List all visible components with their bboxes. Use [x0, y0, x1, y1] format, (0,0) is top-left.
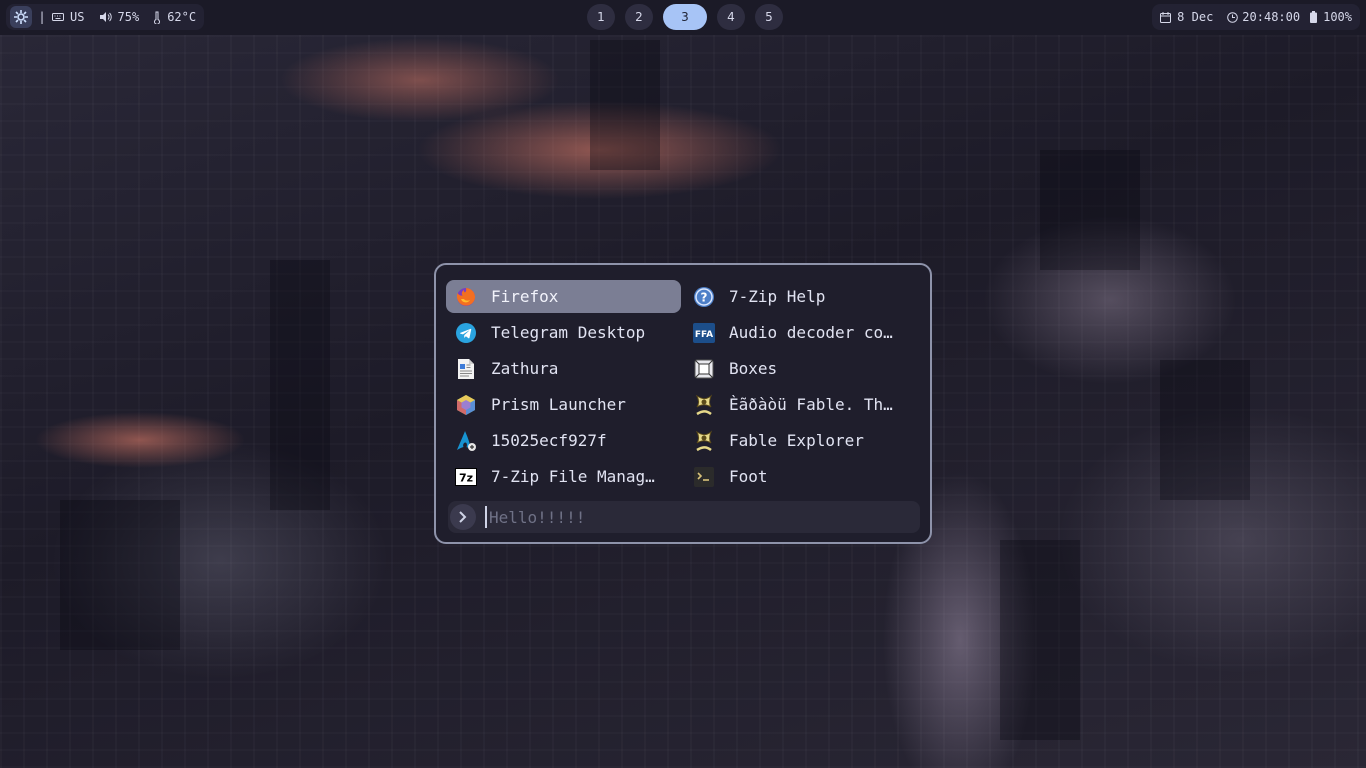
workspace-1-button[interactable]: 1	[587, 4, 615, 30]
separator: |	[40, 10, 45, 24]
search-chevron-icon[interactable]	[450, 504, 476, 530]
keyboard-layout-indicator[interactable]: US	[52, 10, 85, 24]
workspace-2-button[interactable]: 2	[625, 4, 653, 30]
app-label: Èãðàòü Fable. Th…	[729, 395, 893, 414]
fable-icon	[692, 393, 716, 417]
7zip-icon: 7z	[454, 465, 478, 489]
app-label: Foot	[729, 467, 768, 486]
terminal-icon	[692, 465, 716, 489]
keyboard-layout-label: US	[70, 10, 85, 24]
arch-icon	[454, 429, 478, 453]
workspace-5-button[interactable]: 5	[755, 4, 783, 30]
workspace-switcher: 1 2 3 4 5	[587, 4, 793, 30]
svg-text:?: ?	[701, 290, 708, 304]
workspace-3-button[interactable]: 3	[663, 4, 707, 30]
clock-icon	[1227, 11, 1239, 23]
app-item-firefox[interactable]: Firefox	[446, 280, 681, 313]
thermometer-icon	[154, 11, 161, 24]
app-item-boxes[interactable]: Boxes	[684, 352, 919, 385]
volume-icon	[99, 12, 112, 22]
app-item-foot[interactable]: Foot	[684, 460, 919, 493]
svg-text:FFA: FFA	[695, 330, 713, 340]
calendar-icon	[1160, 11, 1172, 23]
fable-icon	[692, 429, 716, 453]
app-label: 7-Zip File Manag…	[491, 467, 655, 486]
status-left-group: | US 75% 62°C	[6, 4, 205, 30]
nixos-logo-icon[interactable]	[10, 6, 32, 28]
volume-indicator[interactable]: 75%	[99, 10, 140, 24]
app-item-fable-explorer[interactable]: Fable Explorer	[684, 424, 919, 457]
keyboard-icon	[52, 13, 65, 21]
app-item-audio-decoder[interactable]: FFA Audio decoder co…	[684, 316, 919, 349]
app-label: 15025ecf927f	[491, 431, 607, 450]
app-launcher: Firefox Telegram Desktop Zathura Prism L…	[434, 263, 932, 544]
top-bar: | US 75% 62°C 1 2 3 4 5 8 Dec 20:48:00 1…	[0, 0, 1366, 35]
app-item-prism-launcher[interactable]: Prism Launcher	[446, 388, 681, 421]
prism-icon	[454, 393, 478, 417]
app-label: Audio decoder co…	[729, 323, 893, 342]
app-item-15025ecf927f[interactable]: 15025ecf927f	[446, 424, 681, 457]
app-label: 7-Zip Help	[729, 287, 826, 306]
app-label: Boxes	[729, 359, 778, 378]
ffa-icon: FFA	[692, 321, 716, 345]
time-value: 20:48:00	[1242, 10, 1301, 24]
date-value: 8 Dec	[1177, 10, 1214, 24]
app-label: Prism Launcher	[491, 395, 626, 414]
temperature-value: 62°C	[167, 10, 197, 24]
app-item-fable[interactable]: Èãðàòü Fable. Th…	[684, 388, 919, 421]
app-label: Zathura	[491, 359, 559, 378]
firefox-icon	[454, 285, 478, 309]
app-label: Firefox	[491, 287, 559, 306]
app-item-telegram-desktop[interactable]: Telegram Desktop	[446, 316, 681, 349]
document-icon	[454, 357, 478, 381]
help-icon: ?	[692, 285, 716, 309]
app-item-7zip-file-manager[interactable]: 7z 7-Zip File Manag…	[446, 460, 681, 493]
status-right-group: 8 Dec 20:48:00 100%	[1152, 4, 1360, 30]
launcher-search-input[interactable]	[485, 506, 911, 528]
app-label: Telegram Desktop	[491, 323, 646, 342]
clock-indicator[interactable]: 20:48:00	[1227, 10, 1300, 24]
telegram-icon	[454, 321, 478, 345]
svg-text:7z: 7z	[459, 471, 473, 484]
app-item-7zip-help[interactable]: ? 7-Zip Help	[684, 280, 919, 313]
volume-value: 75%	[117, 10, 140, 24]
date-indicator[interactable]: 8 Dec	[1160, 10, 1213, 24]
temperature-indicator: 62°C	[153, 10, 196, 24]
battery-indicator[interactable]: 100%	[1310, 10, 1352, 24]
launcher-search-bar	[448, 501, 920, 533]
app-item-zathura[interactable]: Zathura	[446, 352, 681, 385]
battery-value: 100%	[1323, 10, 1352, 24]
boxes-icon	[692, 357, 716, 381]
battery-icon	[1310, 11, 1318, 23]
app-label: Fable Explorer	[729, 431, 864, 450]
workspace-4-button[interactable]: 4	[717, 4, 745, 30]
